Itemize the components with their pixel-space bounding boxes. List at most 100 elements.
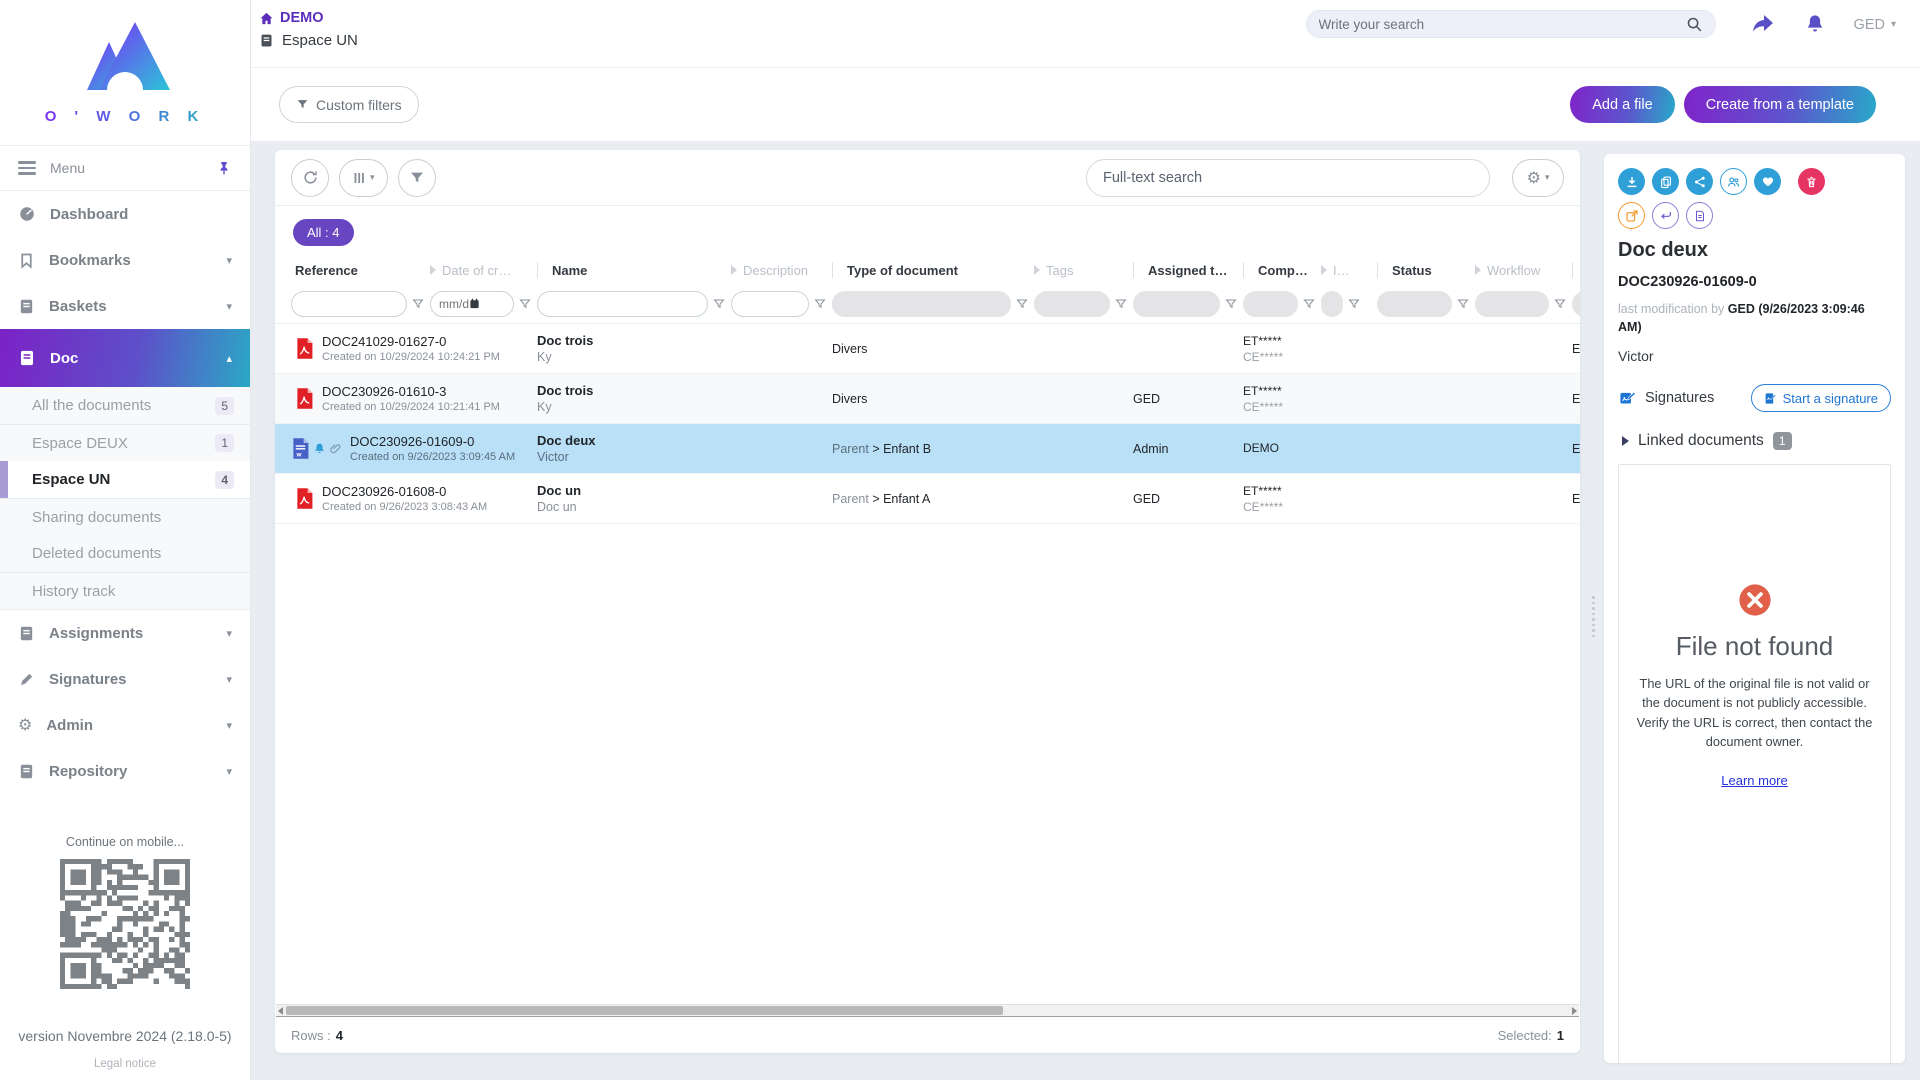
table-row[interactable]: DOC230926-01608-0 Created on 9/26/2023 3… [275, 474, 1580, 524]
sidebar-item-repository[interactable]: Repository ▾ [0, 748, 250, 794]
name-filter-input[interactable] [546, 297, 699, 311]
download-button[interactable] [1618, 168, 1645, 195]
column-header-assigned[interactable]: Assigned t… [1133, 262, 1243, 278]
sidebar-item-admin[interactable]: ⚙ Admin ▾ [0, 702, 250, 748]
name-filter[interactable] [537, 291, 708, 317]
sidebar-item-doc[interactable]: Doc ▴ [0, 329, 250, 387]
favorite-button[interactable] [1754, 168, 1781, 195]
scroll-right-arrow[interactable] [1572, 1007, 1577, 1015]
funnel-icon[interactable] [1303, 298, 1315, 310]
funnel-icon[interactable] [412, 298, 424, 310]
add-file-button[interactable]: Add a file [1570, 86, 1674, 123]
search-icon[interactable] [1686, 16, 1703, 33]
sidebar-item-bookmarks[interactable]: Bookmarks ▾ [0, 237, 250, 283]
description-filter-input[interactable] [740, 297, 800, 311]
sidebar-item-espace-un[interactable]: Espace UN 4 [0, 461, 250, 498]
assigned-filter[interactable] [1133, 291, 1220, 317]
custom-filters-button[interactable]: Custom filters [279, 86, 419, 123]
y-filter[interactable] [1572, 291, 1580, 317]
breadcrumb-root[interactable]: DEMO [259, 10, 358, 26]
fulltext-search-input[interactable] [1103, 170, 1473, 186]
fulltext-search[interactable] [1086, 159, 1490, 197]
sidebar-item-assignments[interactable]: Assignments ▾ [0, 610, 250, 656]
return-button[interactable] [1652, 202, 1679, 229]
funnel-icon[interactable] [1225, 298, 1237, 310]
column-header-tags[interactable]: Tags [1034, 263, 1133, 278]
i-filter[interactable] [1321, 291, 1343, 317]
delete-button[interactable] [1798, 168, 1825, 195]
funnel-icon[interactable] [814, 298, 826, 310]
funnel-icon[interactable] [1457, 298, 1469, 310]
linked-documents-toggle[interactable]: Linked documents 1 [1618, 432, 1891, 450]
funnel-icon[interactable] [1115, 298, 1127, 310]
comp-filter[interactable] [1243, 291, 1298, 317]
column-header-description[interactable]: Description [731, 263, 832, 278]
document-title: Doc deux [1618, 239, 1891, 262]
table-settings-button[interactable]: ⚙ ▾ [1512, 159, 1564, 197]
all-filter-chip[interactable]: All : 4 [293, 219, 354, 246]
column-header-i[interactable]: I… [1321, 263, 1377, 278]
funnel-icon[interactable] [1554, 298, 1566, 310]
filter-button[interactable] [398, 159, 436, 197]
share-button[interactable] [1686, 168, 1713, 195]
table-row-selected[interactable]: w DOC230926-01609-0 [275, 424, 1580, 474]
row-company: ET***** [1243, 484, 1321, 498]
date-filter[interactable] [430, 291, 514, 317]
create-template-button[interactable]: Create from a template [1684, 86, 1876, 123]
edit-button[interactable] [1618, 202, 1645, 229]
column-header-type[interactable]: Type of document [832, 262, 1034, 278]
global-search-input[interactable] [1319, 17, 1686, 32]
scrollbar-thumb[interactable] [286, 1006, 1003, 1015]
user-menu[interactable]: GED ▾ [1854, 17, 1896, 33]
table-row[interactable]: DOC241029-01627-0 Created on 10/29/2024 … [275, 324, 1580, 374]
horizontal-scrollbar[interactable] [276, 1004, 1579, 1017]
pin-icon[interactable] [216, 160, 232, 176]
date-filter-input[interactable] [439, 297, 469, 311]
start-signature-button[interactable]: Start a signature [1751, 384, 1891, 412]
sidebar-item-baskets[interactable]: Baskets ▾ [0, 283, 250, 329]
menu-toggle[interactable]: Menu [0, 145, 250, 191]
columns-button[interactable]: ▾ [339, 159, 388, 197]
type-filter[interactable] [832, 291, 1011, 317]
funnel-icon[interactable] [1348, 298, 1360, 310]
description-filter[interactable] [731, 291, 809, 317]
share-icon[interactable] [1750, 14, 1776, 36]
tags-filter[interactable] [1034, 291, 1110, 317]
sidebar-item-deleted-documents[interactable]: Deleted documents [0, 535, 250, 572]
column-header-date[interactable]: Date of cr… [430, 263, 537, 278]
panel-resize-handle[interactable] [1592, 596, 1595, 637]
sidebar-item-sharing-documents[interactable]: Sharing documents [0, 498, 250, 535]
status-filter[interactable] [1377, 291, 1452, 317]
sidebar-item-signatures[interactable]: Signatures ▾ [0, 656, 250, 702]
funnel-icon[interactable] [713, 298, 725, 310]
bell-icon[interactable] [1804, 13, 1826, 36]
reference-filter-input[interactable] [300, 297, 398, 311]
column-header-workflow[interactable]: Workflow [1475, 263, 1572, 278]
column-header-status[interactable]: Status [1377, 262, 1475, 278]
reference-filter[interactable] [291, 291, 407, 317]
funnel-icon[interactable] [519, 298, 531, 310]
global-search[interactable] [1306, 10, 1716, 38]
sidebar-item-dashboard[interactable]: Dashboard [0, 191, 250, 237]
column-header-comp[interactable]: Comp… [1243, 262, 1321, 278]
copy-button[interactable] [1652, 168, 1679, 195]
column-header-y[interactable]: Y… [1572, 262, 1580, 278]
learn-more-link[interactable]: Learn more [1721, 773, 1787, 788]
assign-users-button[interactable] [1720, 168, 1747, 195]
calendar-icon[interactable] [469, 298, 480, 309]
sidebar-item-espace-deux[interactable]: Espace DEUX 1 [0, 424, 250, 461]
funnel-icon[interactable] [1016, 298, 1028, 310]
chevron-down-icon: ▾ [1891, 19, 1896, 30]
sidebar-item-history-track[interactable]: History track [0, 572, 250, 609]
legal-notice-link[interactable]: Legal notice [0, 1058, 250, 1070]
workflow-filter[interactable] [1475, 291, 1549, 317]
table-row[interactable]: DOC230926-01610-3 Created on 10/29/2024 … [275, 374, 1580, 424]
column-header-reference[interactable]: Reference [283, 263, 430, 278]
sidebar-item-all-documents[interactable]: All the documents 5 [0, 387, 250, 424]
refresh-button[interactable] [291, 159, 329, 197]
scroll-left-arrow[interactable] [278, 1007, 283, 1015]
breadcrumb-space[interactable]: Espace UN [259, 32, 358, 49]
column-header-name[interactable]: Name [537, 262, 731, 278]
chevron-down-icon: ▾ [1545, 172, 1550, 183]
document-properties-button[interactable] [1686, 202, 1713, 229]
